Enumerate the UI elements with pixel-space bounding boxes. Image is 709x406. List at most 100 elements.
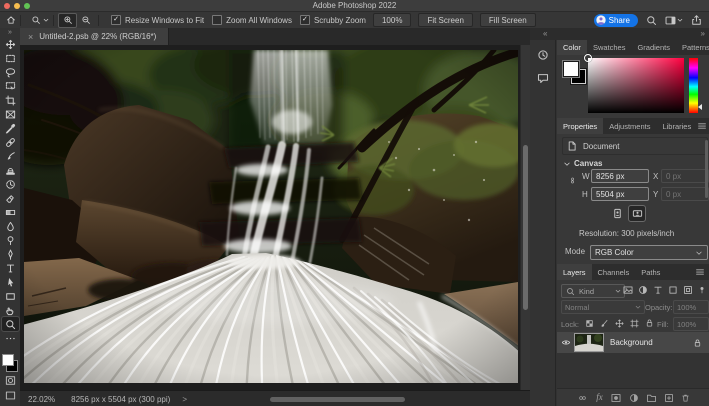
color-mode-select[interactable]: RGB Color: [590, 245, 708, 260]
home-button[interactable]: [6, 15, 16, 25]
collapse-panels-button[interactable]: «: [543, 29, 547, 38]
tool-crop[interactable]: [2, 93, 19, 107]
zoom-level-field[interactable]: 22.02%: [28, 395, 55, 404]
share-button[interactable]: Share: [594, 14, 638, 27]
tool-pen[interactable]: [2, 247, 19, 261]
document-tab[interactable]: × Untitled-2.psb @ 22% (RGB/16*): [20, 28, 169, 45]
zoom-out-mode-button[interactable]: [77, 14, 94, 27]
tool-rectangle[interactable]: [2, 289, 19, 303]
foreground-color-swatch[interactable]: [2, 354, 14, 366]
option-checkbox-scrubby-zoom[interactable]: ✓Scrubby Zoom: [300, 15, 366, 25]
layers-action-folder-icon[interactable]: [646, 393, 657, 403]
layers-action-adjustment-icon[interactable]: [629, 393, 639, 403]
filter-shape-icon[interactable]: [668, 285, 678, 295]
tool-lasso[interactable]: [2, 65, 19, 79]
tool-move[interactable]: [2, 37, 19, 51]
tool-eraser[interactable]: [2, 191, 19, 205]
tool-rectangular-marquee[interactable]: [2, 51, 19, 65]
100-button[interactable]: 100%: [373, 13, 411, 27]
color-tab-gradients[interactable]: Gradients: [631, 40, 676, 55]
hue-slider-marker[interactable]: [698, 104, 702, 110]
foreground-background-colors[interactable]: [2, 354, 18, 372]
layers-tab-channels[interactable]: Channels: [592, 264, 636, 280]
version-history-icon[interactable]: [537, 49, 549, 61]
search-icon[interactable]: [646, 15, 657, 26]
tool-object-selection[interactable]: [2, 79, 19, 93]
tool-dodge[interactable]: [2, 233, 19, 247]
filter-adjustment-icon[interactable]: [638, 285, 648, 295]
layers-action-trash-icon[interactable]: [681, 393, 690, 403]
lock-brush-sm-icon[interactable]: [600, 319, 609, 328]
tool-history-brush[interactable]: [2, 177, 19, 191]
layers-tab-layers[interactable]: Layers: [557, 264, 592, 280]
quick-mask-button[interactable]: [2, 374, 19, 387]
filter-image-filter-icon[interactable]: [623, 285, 633, 295]
horizontal-scrollbar-thumb[interactable]: [270, 397, 405, 402]
hue-slider[interactable]: [689, 58, 698, 113]
lock-lock-icon[interactable]: [645, 318, 654, 328]
filter-pin-icon[interactable]: [698, 285, 706, 295]
tool-type[interactable]: [2, 261, 19, 275]
export-icon[interactable]: [691, 15, 702, 26]
properties-tab-libraries[interactable]: Libraries: [656, 118, 697, 134]
layer-filter-kind-select[interactable]: Kind: [561, 284, 625, 298]
layers-action-new-layer-icon[interactable]: [664, 393, 674, 403]
layers-panel-menu-icon[interactable]: [695, 264, 709, 280]
layers-action-fx-icon[interactable]: fx: [596, 393, 603, 402]
checkbox[interactable]: [212, 15, 222, 25]
orientation-portrait-button[interactable]: [609, 206, 625, 221]
layers-action-mask-icon[interactable]: [610, 393, 622, 403]
color-tab-patterns[interactable]: Patterns: [676, 40, 709, 55]
collapse-dock-button[interactable]: »: [701, 29, 705, 38]
panel-foreground-swatch[interactable]: [563, 61, 579, 77]
tool-brush[interactable]: [2, 149, 19, 163]
checkbox[interactable]: ✓: [111, 15, 121, 25]
layers-tab-paths[interactable]: Paths: [635, 264, 666, 280]
properties-document-chip[interactable]: Document: [562, 137, 708, 155]
layer-row-background[interactable]: Background: [557, 332, 709, 353]
properties-tab-properties[interactable]: Properties: [557, 118, 603, 134]
vertical-scrollbar[interactable]: [520, 45, 530, 390]
tool-frame[interactable]: [2, 107, 19, 121]
color-field-marker[interactable]: [584, 54, 592, 62]
link-dimensions-icon[interactable]: [569, 173, 576, 188]
canvas-area[interactable]: [20, 45, 530, 390]
tool-zoom[interactable]: [2, 317, 19, 331]
layers-action-link-h-icon[interactable]: [576, 394, 589, 402]
canvas-section-header[interactable]: Canvas: [563, 159, 602, 168]
properties-scrollbar-thumb[interactable]: [705, 140, 708, 198]
option-checkbox-resize-windows-to-fit[interactable]: ✓Resize Windows to Fit: [111, 15, 204, 25]
properties-tab-adjustments[interactable]: Adjustments: [603, 118, 656, 134]
status-chevron[interactable]: >: [182, 395, 187, 404]
comments-icon[interactable]: [537, 72, 549, 84]
vertical-scrollbar-thumb[interactable]: [523, 145, 528, 310]
option-checkbox-zoom-all-windows[interactable]: Zoom All Windows: [212, 15, 292, 25]
tool-edit-toolbar[interactable]: [2, 331, 19, 345]
tool-eyedropper[interactable]: [2, 121, 19, 135]
filter-type-filter-icon[interactable]: [653, 285, 663, 295]
fillscreen-button[interactable]: Fill Screen: [480, 13, 536, 27]
canvas-image[interactable]: [24, 50, 518, 383]
color-tab-swatches[interactable]: Swatches: [587, 40, 632, 55]
height-input[interactable]: 5504 px: [591, 187, 649, 201]
tool-spot-healing-brush[interactable]: [2, 135, 19, 149]
toolbar-expand-button[interactable]: »: [8, 28, 12, 37]
workspace-switcher[interactable]: [665, 15, 683, 26]
tool-blur[interactable]: [2, 219, 19, 233]
width-input[interactable]: 8256 px: [591, 169, 649, 183]
color-tab-color[interactable]: Color: [557, 40, 587, 55]
lock-checkerboard-icon[interactable]: [585, 319, 594, 328]
tool-clone-stamp[interactable]: [2, 163, 19, 177]
layer-visibility-toggle[interactable]: [557, 338, 575, 347]
zoom-tool-preset[interactable]: [31, 15, 49, 25]
properties-panel-menu-icon[interactable]: [697, 118, 709, 134]
filter-smart-object-icon[interactable]: [683, 285, 693, 295]
checkbox[interactable]: ✓: [300, 15, 310, 25]
orientation-landscape-button[interactable]: [629, 206, 645, 221]
layer-thumbnail[interactable]: [575, 334, 603, 351]
screen-mode-button[interactable]: [2, 389, 19, 402]
tool-gradient[interactable]: [2, 205, 19, 219]
lock-move-sm-icon[interactable]: [615, 319, 624, 328]
tool-path-selection[interactable]: [2, 275, 19, 289]
zoom-in-mode-button[interactable]: [58, 13, 77, 28]
